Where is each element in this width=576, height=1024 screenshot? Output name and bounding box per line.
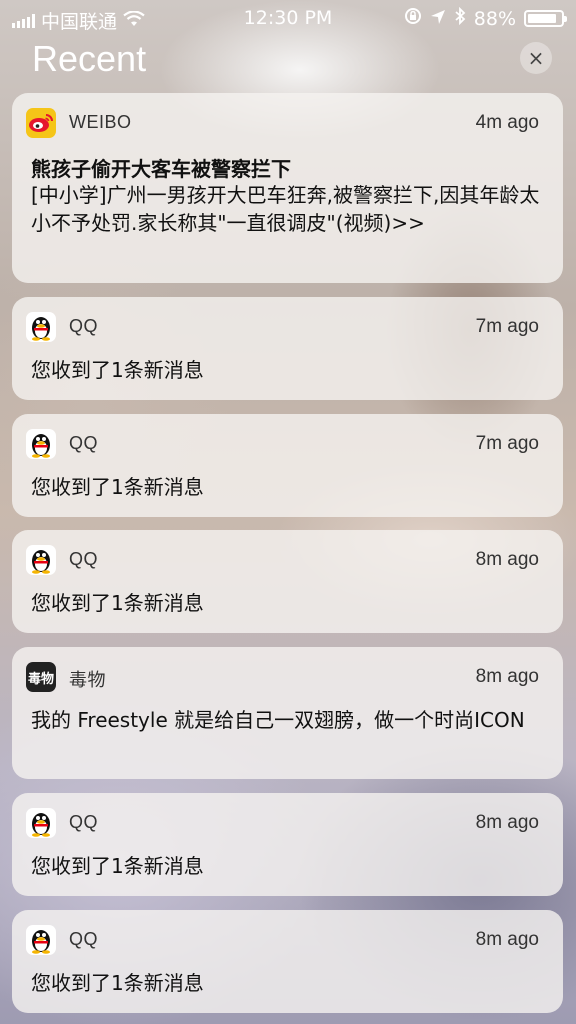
app-name: QQ	[69, 316, 99, 336]
notification-header: QQ 7m ago	[12, 414, 563, 472]
bluetooth-icon	[454, 6, 466, 30]
notification-time: 8m ago	[475, 929, 539, 950]
notification-time: 7m ago	[475, 316, 539, 337]
weibo-icon	[26, 108, 56, 138]
app-name: QQ	[69, 812, 99, 832]
status-right: 88%	[404, 6, 567, 30]
qq-icon	[26, 925, 56, 955]
notification-qq[interactable]: QQ 7m ago 您收到了1条新消息	[12, 414, 563, 517]
close-icon: ×	[527, 46, 545, 70]
notification-time: 4m ago	[475, 112, 539, 133]
notification-header: 毒物 毒物 8m ago	[12, 647, 563, 705]
duwu-icon: 毒物	[26, 662, 56, 692]
battery-icon	[524, 10, 567, 27]
app-name: QQ	[69, 433, 99, 453]
notification-body: 您收到了1条新消息	[31, 358, 204, 382]
notification-qq[interactable]: QQ 8m ago 您收到了1条新消息	[12, 910, 563, 1013]
notification-title: 熊孩子偷开大客车被警察拦下	[31, 157, 291, 181]
notification-body: [中小学]广州一男孩开大巴车狂奔,被警察拦下,因其年龄太小不予处罚.家长称其"一…	[31, 183, 540, 235]
notification-time: 8m ago	[475, 812, 539, 833]
notification-header: QQ 8m ago	[12, 910, 563, 968]
notification-weibo[interactable]: WEIBO 4m ago 熊孩子偷开大客车被警察拦下 [中小学]广州一男孩开大巴…	[12, 93, 563, 283]
notification-header: QQ 8m ago	[12, 793, 563, 851]
app-name: QQ	[69, 549, 99, 569]
notification-header: QQ 8m ago	[12, 530, 563, 588]
notification-qq[interactable]: QQ 8m ago 您收到了1条新消息	[12, 793, 563, 896]
page-title: Recent	[32, 38, 147, 79]
notification-time: 8m ago	[475, 666, 539, 687]
notification-duwu[interactable]: 毒物 毒物 8m ago 我的 Freestyle 就是给自己一双翅膀，做一个时…	[12, 647, 563, 779]
qq-icon	[26, 429, 56, 459]
battery-fill	[528, 14, 556, 23]
notification-header: WEIBO 4m ago	[12, 93, 563, 151]
notification-body: 我的 Freestyle 就是给自己一双翅膀，做一个时尚ICON	[31, 708, 525, 732]
app-name: WEIBO	[69, 112, 132, 132]
status-bar: 中国联通 12:30 PM 88%	[0, 0, 576, 36]
notification-time: 7m ago	[475, 433, 539, 454]
qq-icon	[26, 312, 56, 342]
qq-icon	[26, 545, 56, 575]
location-icon	[430, 8, 446, 30]
notification-body: 您收到了1条新消息	[31, 591, 204, 615]
app-name: 毒物	[69, 670, 106, 690]
clear-notifications-button[interactable]: ×	[520, 42, 552, 74]
app-name: QQ	[69, 929, 99, 949]
rotation-lock-icon	[404, 7, 422, 30]
notification-qq[interactable]: QQ 8m ago 您收到了1条新消息	[12, 530, 563, 633]
notification-body: 您收到了1条新消息	[31, 475, 204, 499]
notification-time: 8m ago	[475, 549, 539, 570]
notification-header: QQ 7m ago	[12, 297, 563, 355]
notification-body: 您收到了1条新消息	[31, 971, 204, 995]
qq-icon	[26, 808, 56, 838]
battery-percent: 88%	[473, 7, 516, 30]
notification-qq[interactable]: QQ 7m ago 您收到了1条新消息	[12, 297, 563, 400]
notification-body: 您收到了1条新消息	[31, 854, 204, 878]
